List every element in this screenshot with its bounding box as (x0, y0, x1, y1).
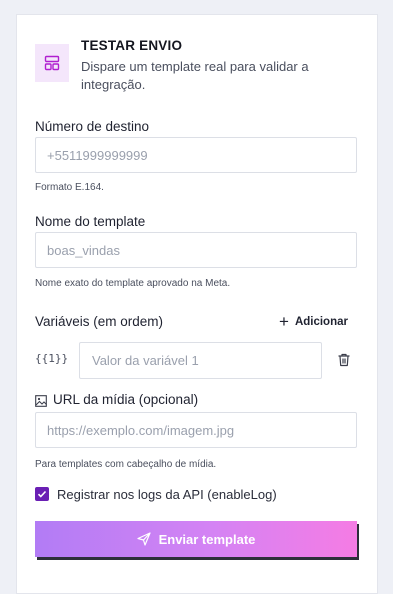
plus-icon: + (279, 312, 289, 331)
test-send-card: TESTAR ENVIO Dispare um template real pa… (16, 14, 378, 594)
destination-help: Formato E.164. (35, 182, 104, 193)
add-variable-label: Adicionar (294, 316, 348, 328)
enable-log-checkbox[interactable] (35, 487, 49, 501)
check-icon (37, 490, 47, 498)
enable-log-label: Registrar nos logs da API (enableLog) (57, 487, 277, 502)
card-subtitle: Dispare um template real para validar a … (81, 59, 309, 92)
media-help: Para templates com cabeçalho de mídia. (35, 459, 217, 470)
media-label: URL da mídia (opcional) (53, 392, 199, 407)
template-help: Nome exato do template aprovado na Meta. (35, 278, 231, 289)
destination-label: Número de destino (35, 119, 150, 134)
variable-tag: {{1}} (35, 352, 69, 365)
media-url-input[interactable]: https://exemplo.com/imagem.jpg (35, 412, 357, 448)
send-icon (136, 532, 151, 546)
template-input[interactable]: boas_vindas (35, 232, 357, 268)
add-variable-button[interactable]: + Adicionar (279, 313, 348, 331)
variables-label: Variáveis (em ordem) (35, 314, 164, 329)
card-title: TESTAR ENVIO (81, 38, 183, 53)
trash-icon[interactable] (336, 352, 352, 368)
layout-template-icon (35, 44, 69, 82)
variable-input[interactable]: Valor da variável 1 (79, 342, 322, 379)
destination-input[interactable]: +5511999999999 (35, 137, 357, 173)
template-label: Nome do template (35, 214, 146, 229)
send-template-label: Enviar template (158, 531, 256, 547)
send-template-button[interactable]: Enviar template (35, 521, 357, 557)
image-icon (35, 395, 47, 407)
